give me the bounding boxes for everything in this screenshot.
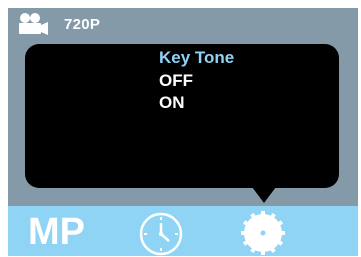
- popup-title: Key Tone: [159, 48, 235, 67]
- camera-screen: 720P Key Tone OFF ON MP: [0, 0, 361, 257]
- settings-gear-icon[interactable]: [241, 211, 285, 255]
- resolution-label: 720P: [64, 16, 101, 33]
- option-off[interactable]: OFF: [159, 71, 193, 91]
- option-on[interactable]: ON: [159, 93, 185, 113]
- mode-mp-button[interactable]: MP: [28, 210, 85, 254]
- popup-pointer: [252, 187, 276, 203]
- status-bar: 720P: [8, 8, 358, 42]
- video-camera-icon: [19, 13, 48, 35]
- clock-icon[interactable]: [138, 211, 184, 257]
